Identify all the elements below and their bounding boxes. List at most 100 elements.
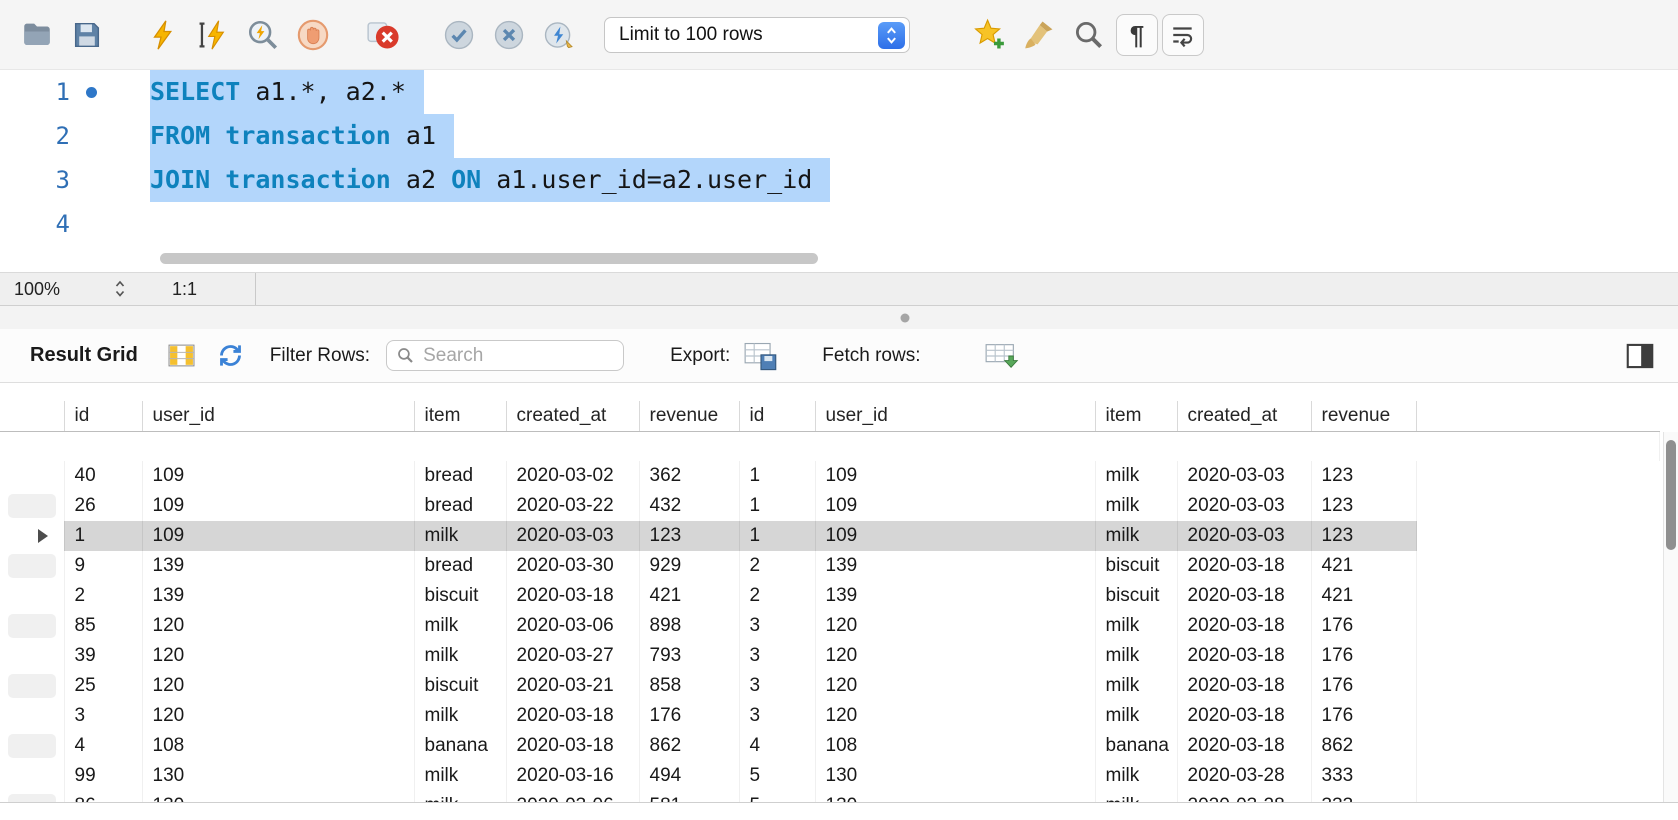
grid-cell[interactable]: milk bbox=[1095, 701, 1177, 731]
grid-cell[interactable]: 26 bbox=[64, 491, 142, 521]
column-header-id-5[interactable]: id bbox=[739, 401, 815, 431]
grid-cell[interactable]: 130 bbox=[815, 761, 1095, 791]
toggle-side-panel-button[interactable] bbox=[1626, 343, 1654, 369]
find-button[interactable] bbox=[1066, 12, 1112, 58]
grid-cell[interactable]: 4 bbox=[739, 731, 815, 761]
grid-cell[interactable]: 109 bbox=[815, 491, 1095, 521]
grid-cell[interactable]: 2020-03-22 bbox=[506, 491, 639, 521]
sql-editor[interactable]: 1SELECT a1.*, a2.*2FROM transaction a13J… bbox=[0, 70, 1678, 272]
grid-cell[interactable]: 123 bbox=[1311, 491, 1416, 521]
stop-query-button[interactable] bbox=[290, 12, 336, 58]
grid-cell[interactable]: milk bbox=[1095, 671, 1177, 701]
refresh-button[interactable] bbox=[217, 342, 244, 369]
column-header-user_id-1[interactable]: user_id bbox=[142, 401, 414, 431]
grid-cell[interactable]: 929 bbox=[639, 551, 739, 581]
grid-cell[interactable]: 3 bbox=[64, 701, 142, 731]
grid-cell[interactable]: 333 bbox=[1311, 791, 1416, 802]
grid-cell[interactable]: biscuit bbox=[414, 671, 506, 701]
grid-row[interactable]: 40109bread2020-03-023621109milk2020-03-0… bbox=[0, 461, 1660, 491]
row-gutter[interactable] bbox=[0, 461, 64, 491]
grid-cell[interactable]: milk bbox=[414, 521, 506, 551]
grid-row[interactable]: 86130milk2020-03-065815130milk2020-03-28… bbox=[0, 791, 1660, 802]
grid-cell[interactable]: 123 bbox=[1311, 461, 1416, 491]
save-script-button[interactable] bbox=[64, 12, 110, 58]
row-gutter[interactable] bbox=[0, 551, 64, 581]
open-script-button[interactable] bbox=[14, 12, 60, 58]
grid-cell[interactable]: 2 bbox=[739, 551, 815, 581]
grid-cell[interactable]: 333 bbox=[1311, 761, 1416, 791]
column-header-user_id-6[interactable]: user_id bbox=[815, 401, 1095, 431]
execute-current-statement-button[interactable] bbox=[190, 12, 236, 58]
grid-cell[interactable]: 898 bbox=[639, 611, 739, 641]
toggle-autocommit-button[interactable] bbox=[536, 12, 582, 58]
grid-row[interactable]: 1109milk2020-03-031231109milk2020-03-031… bbox=[0, 521, 1660, 551]
grid-cell[interactable]: 109 bbox=[142, 491, 414, 521]
column-header-id-0[interactable]: id bbox=[64, 401, 142, 431]
grid-cell[interactable]: bread bbox=[414, 491, 506, 521]
grid-cell[interactable]: milk bbox=[1095, 611, 1177, 641]
row-gutter[interactable] bbox=[0, 701, 64, 731]
row-gutter[interactable] bbox=[0, 641, 64, 671]
pane-splitter[interactable] bbox=[0, 306, 1678, 329]
grid-cell[interactable]: 176 bbox=[1311, 611, 1416, 641]
grid-cell[interactable]: 86 bbox=[64, 791, 142, 802]
grid-cell[interactable]: 2020-03-02 bbox=[506, 461, 639, 491]
grid-row[interactable]: 99130milk2020-03-164945130milk2020-03-28… bbox=[0, 761, 1660, 791]
grid-cell[interactable]: milk bbox=[414, 701, 506, 731]
grid-cell[interactable]: 40 bbox=[64, 461, 142, 491]
grid-cell[interactable]: 2020-03-16 bbox=[506, 761, 639, 791]
grid-cell[interactable]: 123 bbox=[1311, 521, 1416, 551]
row-gutter[interactable] bbox=[0, 491, 64, 521]
grid-cell[interactable]: 109 bbox=[815, 521, 1095, 551]
grid-cell[interactable]: 862 bbox=[1311, 731, 1416, 761]
grid-cell[interactable]: 858 bbox=[639, 671, 739, 701]
grid-row[interactable]: 39120milk2020-03-277933120milk2020-03-18… bbox=[0, 641, 1660, 671]
grid-cell[interactable]: 2020-03-21 bbox=[506, 671, 639, 701]
row-gutter[interactable] bbox=[0, 791, 64, 802]
grid-cell[interactable]: 2020-03-18 bbox=[1177, 731, 1311, 761]
grid-cell[interactable]: 1 bbox=[739, 521, 815, 551]
grid-view-button[interactable] bbox=[168, 343, 195, 368]
grid-cell[interactable]: 2020-03-18 bbox=[1177, 581, 1311, 611]
grid-cell[interactable]: milk bbox=[414, 761, 506, 791]
column-header-revenue-9[interactable]: revenue bbox=[1311, 401, 1416, 431]
search-input[interactable] bbox=[423, 345, 603, 367]
grid-cell[interactable]: 5 bbox=[739, 761, 815, 791]
grid-cell[interactable]: 2020-03-18 bbox=[1177, 701, 1311, 731]
grid-cell[interactable]: milk bbox=[1095, 521, 1177, 551]
grid-cell[interactable]: 2020-03-18 bbox=[1177, 671, 1311, 701]
grid-cell[interactable]: 2020-03-18 bbox=[1177, 641, 1311, 671]
grid-cell[interactable]: 2020-03-18 bbox=[506, 701, 639, 731]
grid-cell[interactable]: 120 bbox=[815, 701, 1095, 731]
grid-cell[interactable]: 3 bbox=[739, 671, 815, 701]
grid-cell[interactable]: 130 bbox=[142, 791, 414, 802]
grid-cell[interactable]: 862 bbox=[639, 731, 739, 761]
show-invisible-chars-button[interactable]: ¶ bbox=[1116, 14, 1158, 56]
scrollbar-thumb[interactable] bbox=[1666, 440, 1676, 550]
grid-cell[interactable]: 2 bbox=[64, 581, 142, 611]
execute-button[interactable] bbox=[140, 12, 186, 58]
grid-cell[interactable]: banana bbox=[414, 731, 506, 761]
grid-cell[interactable]: 120 bbox=[815, 641, 1095, 671]
grid-cell[interactable]: 139 bbox=[142, 581, 414, 611]
grid-cell[interactable]: 581 bbox=[639, 791, 739, 802]
grid-cell[interactable]: biscuit bbox=[1095, 581, 1177, 611]
grid-cell[interactable]: 139 bbox=[142, 551, 414, 581]
grid-cell[interactable]: 120 bbox=[142, 611, 414, 641]
grid-cell[interactable]: 2020-03-28 bbox=[1177, 761, 1311, 791]
grid-cell[interactable]: 421 bbox=[1311, 551, 1416, 581]
grid-row[interactable]: 9139bread2020-03-309292139biscuit2020-03… bbox=[0, 551, 1660, 581]
row-gutter[interactable] bbox=[0, 611, 64, 641]
grid-cell[interactable]: 1 bbox=[739, 491, 815, 521]
grid-cell[interactable]: 4 bbox=[64, 731, 142, 761]
column-header-created_at-8[interactable]: created_at bbox=[1177, 401, 1311, 431]
toggle-stop-on-error-button[interactable] bbox=[360, 12, 406, 58]
grid-cell[interactable]: milk bbox=[414, 641, 506, 671]
grid-cell[interactable]: 2020-03-03 bbox=[1177, 521, 1311, 551]
row-gutter[interactable] bbox=[0, 761, 64, 791]
grid-cell[interactable]: 432 bbox=[639, 491, 739, 521]
grid-cell[interactable]: 9 bbox=[64, 551, 142, 581]
column-header-item-2[interactable]: item bbox=[414, 401, 506, 431]
grid-cell[interactable]: 108 bbox=[142, 731, 414, 761]
grid-cell[interactable]: 130 bbox=[142, 761, 414, 791]
